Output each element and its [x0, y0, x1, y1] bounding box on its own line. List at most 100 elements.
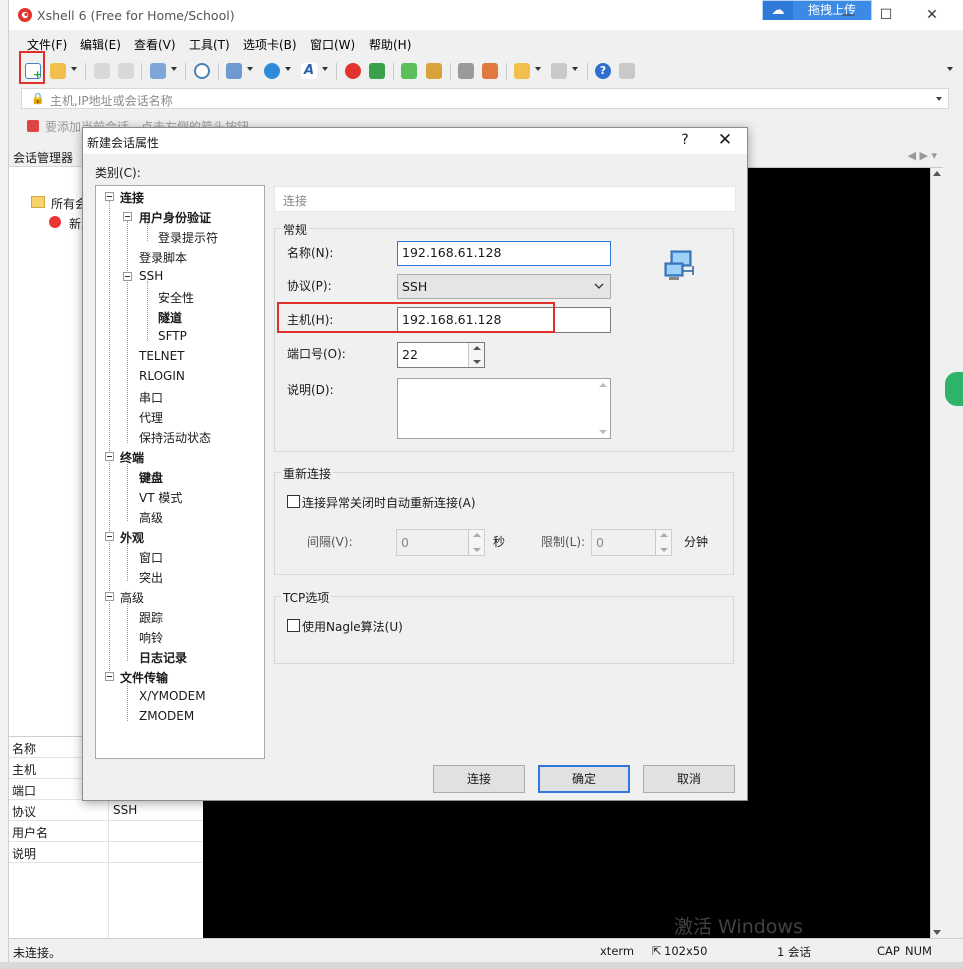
- chevron-down-icon[interactable]: [936, 97, 942, 101]
- dialog-close-button[interactable]: ✕: [713, 130, 737, 150]
- spin-up-icon[interactable]: [660, 533, 668, 537]
- tree-item-user-auth[interactable]: 用户身份验证: [139, 209, 211, 226]
- connect-icon[interactable]: [94, 63, 110, 79]
- tree-item-terminal[interactable]: 终端: [120, 449, 144, 466]
- tree-item-serial[interactable]: 串口: [139, 389, 163, 406]
- interval-spinner[interactable]: [468, 530, 484, 555]
- font-dropdown-icon[interactable]: [322, 67, 328, 71]
- description-textarea[interactable]: [397, 378, 611, 439]
- menu-view[interactable]: 查看(V): [134, 36, 176, 53]
- auto-reconnect-checkbox[interactable]: [287, 495, 300, 508]
- dialog-help-button[interactable]: ?: [675, 132, 695, 148]
- tree-item-sftp[interactable]: SFTP: [158, 329, 187, 343]
- tree-item-trace[interactable]: 跟踪: [139, 609, 163, 626]
- menu-window[interactable]: 窗口(W): [310, 36, 355, 53]
- find-icon[interactable]: [194, 63, 210, 79]
- cancel-button[interactable]: 取消: [643, 765, 735, 793]
- xshell-icon[interactable]: [345, 63, 361, 79]
- ok-button[interactable]: 确定: [538, 765, 630, 793]
- chat-icon[interactable]: [619, 63, 635, 79]
- tree-item-vt-modes[interactable]: VT 模式: [139, 489, 182, 506]
- menu-help[interactable]: 帮助(H): [369, 36, 411, 53]
- tree-item-ssh[interactable]: SSH: [139, 269, 163, 283]
- tab-nav-arrows-icon[interactable]: ◀ ▶ ▾: [908, 149, 937, 162]
- category-tree[interactable]: 连接 用户身份验证 登录提示符 登录脚本 SSH 安全性 隧道 SFTP TEL…: [95, 185, 265, 759]
- xftp-icon[interactable]: [369, 63, 385, 79]
- open-dropdown-icon[interactable]: [71, 67, 77, 71]
- tree-item-highlight[interactable]: 突出: [139, 569, 163, 586]
- protocol-select[interactable]: SSH: [397, 274, 611, 299]
- address-bar[interactable]: 🔒 主机,IP地址或会话名称: [21, 88, 949, 109]
- bookmark-arrow-icon[interactable]: [27, 120, 39, 132]
- name-input[interactable]: 192.168.61.128: [397, 241, 611, 266]
- tree-item-file-transfer[interactable]: 文件传输: [120, 669, 168, 686]
- menu-tabs[interactable]: 选项卡(B): [243, 36, 297, 53]
- spin-up-icon[interactable]: [473, 533, 481, 537]
- tree-item-terminal-advanced[interactable]: 高级: [139, 509, 163, 526]
- tree-item-zmodem[interactable]: ZMODEM: [139, 709, 194, 723]
- tree-collapse-icon[interactable]: [105, 452, 114, 461]
- help-icon[interactable]: ?: [595, 63, 611, 79]
- tree-collapse-icon[interactable]: [105, 532, 114, 541]
- tree-item-bell[interactable]: 响铃: [139, 629, 163, 646]
- menu-tools[interactable]: 工具(T): [189, 36, 230, 53]
- globe-icon[interactable]: [264, 63, 280, 79]
- tile-icon[interactable]: [551, 63, 567, 79]
- minimize-button[interactable]: —: [835, 4, 861, 26]
- layout-icon[interactable]: [226, 63, 242, 79]
- tile-dropdown-icon[interactable]: [572, 67, 578, 71]
- tree-item-rlogin[interactable]: RLOGIN: [139, 369, 185, 383]
- add-folder-icon[interactable]: [514, 63, 530, 79]
- disconnect-icon[interactable]: [118, 63, 134, 79]
- toolbar-overflow-icon[interactable]: [947, 67, 953, 71]
- tree-item-window[interactable]: 窗口: [139, 549, 163, 566]
- spin-down-icon[interactable]: [660, 548, 668, 552]
- tree-item-keep-alive[interactable]: 保持活动状态: [139, 429, 211, 446]
- interval-input[interactable]: 0: [396, 529, 485, 556]
- tree-item-logging[interactable]: 日志记录: [139, 649, 187, 666]
- tree-collapse-icon[interactable]: [105, 592, 114, 601]
- scroll-down-icon[interactable]: [933, 930, 941, 935]
- tree-collapse-icon[interactable]: [105, 192, 114, 201]
- port-input[interactable]: 22: [397, 342, 485, 368]
- globe-dropdown-icon[interactable]: [285, 67, 291, 71]
- layout-dropdown-icon[interactable]: [247, 67, 253, 71]
- tree-item-proxy[interactable]: 代理: [139, 409, 163, 426]
- tree-collapse-icon[interactable]: [105, 672, 114, 681]
- tree-collapse-icon[interactable]: [123, 272, 132, 281]
- connect-button[interactable]: 连接: [433, 765, 525, 793]
- open-folder-icon[interactable]: [50, 63, 66, 79]
- port-spinner[interactable]: [468, 343, 484, 367]
- tree-item-login-prompts[interactable]: 登录提示符: [158, 229, 218, 246]
- add-folder-dropdown-icon[interactable]: [535, 67, 541, 71]
- limit-input[interactable]: 0: [591, 529, 672, 556]
- tree-item-login-scripts[interactable]: 登录脚本: [139, 249, 187, 266]
- tree-item-keyboard[interactable]: 键盘: [139, 469, 163, 486]
- properties-icon[interactable]: [150, 63, 166, 79]
- terminal-scrollbar[interactable]: [930, 168, 943, 938]
- font-icon[interactable]: A: [301, 63, 317, 79]
- nagle-checkbox[interactable]: [287, 619, 300, 632]
- tree-collapse-icon[interactable]: [123, 212, 132, 221]
- floating-assistant-icon[interactable]: [945, 372, 963, 406]
- scroll-down-icon[interactable]: [599, 430, 607, 434]
- tree-item-appearance[interactable]: 外观: [120, 529, 144, 546]
- scroll-up-icon[interactable]: [933, 171, 941, 176]
- limit-spinner[interactable]: [655, 530, 671, 555]
- tree-item-telnet[interactable]: TELNET: [139, 349, 185, 363]
- fullscreen-icon[interactable]: [401, 63, 417, 79]
- tree-item-xymodem[interactable]: X/YMODEM: [139, 689, 206, 703]
- tree-item-tunneling[interactable]: 隧道: [158, 309, 182, 326]
- compose-icon[interactable]: [482, 63, 498, 79]
- tree-item-connection[interactable]: 连接: [120, 189, 144, 206]
- keyboard-icon[interactable]: [458, 63, 474, 79]
- menu-edit[interactable]: 编辑(E): [80, 36, 121, 53]
- close-button[interactable]: ✕: [919, 4, 945, 26]
- properties-dropdown-icon[interactable]: [171, 67, 177, 71]
- spin-down-icon[interactable]: [473, 548, 481, 552]
- lock-icon[interactable]: [426, 63, 442, 79]
- spin-down-icon[interactable]: [473, 360, 481, 364]
- tree-item-security[interactable]: 安全性: [158, 289, 194, 306]
- spin-up-icon[interactable]: [473, 346, 481, 350]
- scroll-up-icon[interactable]: [599, 383, 607, 387]
